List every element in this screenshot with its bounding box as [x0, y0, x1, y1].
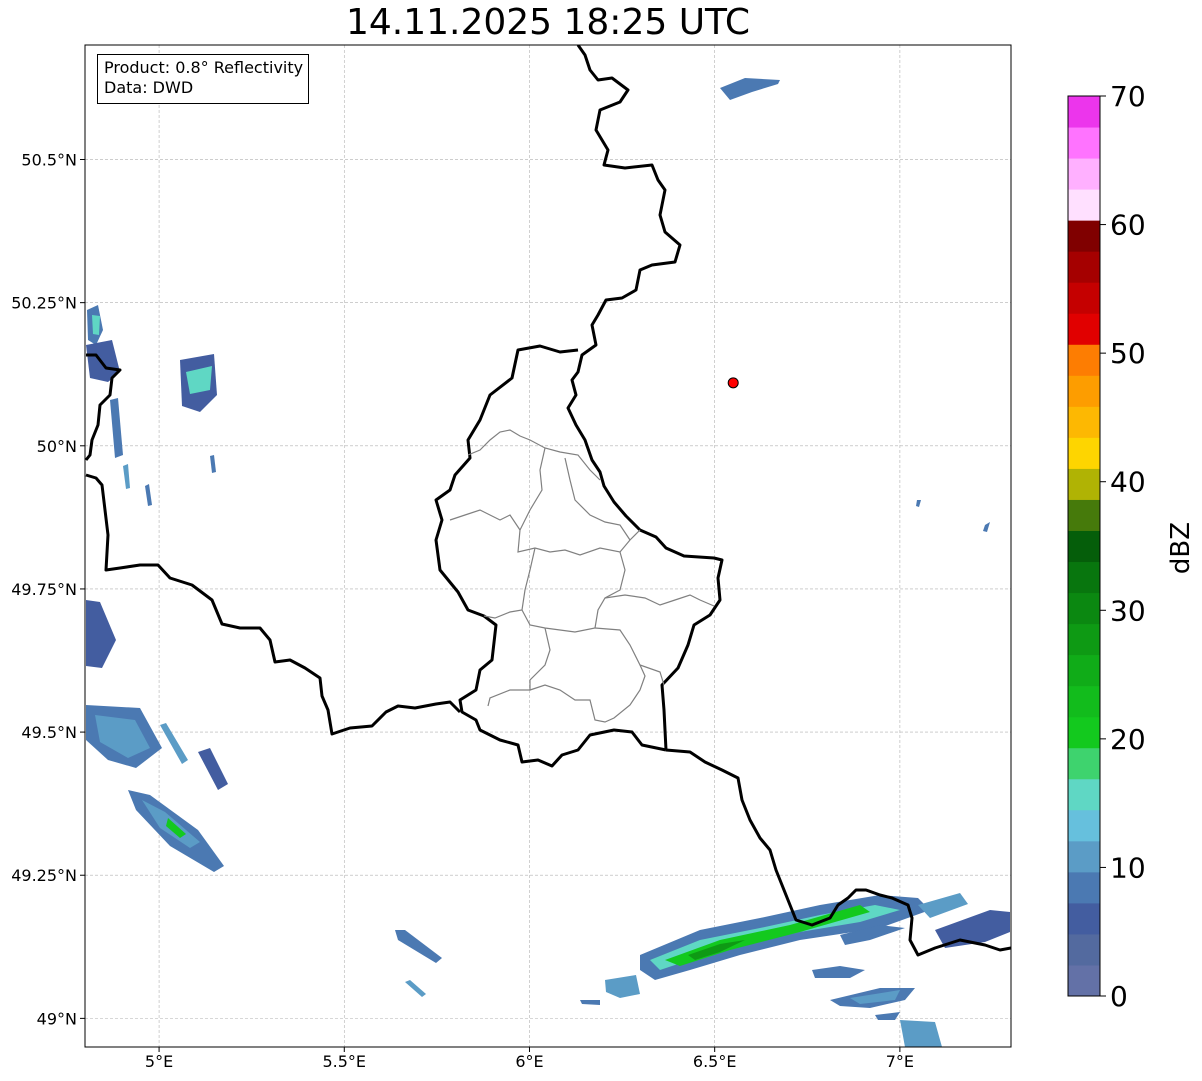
colorbar-segment — [1068, 189, 1100, 221]
colorbar-segment — [1068, 933, 1100, 966]
colorbar-segment — [1068, 809, 1100, 842]
lon-tick-label: 6.5°E — [693, 1052, 737, 1071]
colorbar-segment — [1068, 654, 1100, 687]
colorbar-segment — [1068, 902, 1100, 935]
colorbar-segment — [1068, 716, 1100, 749]
colorbar-tick-label: 60 — [1110, 209, 1146, 242]
colorbar-segment — [1068, 964, 1100, 997]
colorbar-segment — [1068, 344, 1100, 376]
colorbar-tick-label: 30 — [1110, 594, 1146, 627]
colorbar-segment — [1068, 871, 1100, 904]
colorbar-segment — [1068, 468, 1100, 500]
colorbar-tick-label: 40 — [1110, 466, 1146, 499]
colorbar-tick-label: 70 — [1110, 80, 1146, 113]
colorbar-tick-label: 0 — [1110, 980, 1128, 1013]
lat-tick-label: 50.25°N — [11, 294, 77, 313]
colorbar-segment — [1068, 127, 1100, 159]
colorbar-segment — [1068, 561, 1100, 594]
colorbar-segment — [1068, 158, 1100, 190]
lon-tick-label: 5°E — [145, 1052, 173, 1071]
echo-west-2 — [92, 315, 100, 335]
lat-tick-label: 49.25°N — [11, 866, 77, 885]
colorbar-segment — [1068, 220, 1100, 252]
colorbar-segment — [1068, 437, 1100, 469]
lat-tick-label: 50.5°N — [21, 151, 77, 170]
radar-site-marker — [727, 377, 739, 389]
colorbar: 0 10 20 30 40 50 60 70 — [1067, 80, 1146, 1013]
colorbar-segment — [1068, 313, 1100, 345]
colorbar-label: dBZ — [1166, 521, 1196, 575]
lat-tick-label: 50°N — [37, 437, 77, 456]
lon-tick-label: 5.5°E — [322, 1052, 366, 1071]
product-label: Product: 0.8° Reflectivity — [104, 58, 304, 77]
colorbar-segment — [1068, 282, 1100, 314]
colorbar-segment — [1068, 778, 1100, 811]
info-box: Product: 0.8° Reflectivity Data: DWD — [97, 54, 310, 104]
data-source-label: Data: DWD — [104, 78, 194, 97]
lat-tick-label: 49°N — [37, 1009, 77, 1028]
colorbar-tick-label: 50 — [1110, 337, 1146, 370]
colorbar-segment — [1068, 840, 1100, 873]
colorbar-segment — [1068, 499, 1100, 531]
colorbar-segment — [1068, 623, 1100, 656]
colorbar-segment — [1068, 530, 1100, 563]
colorbar-segment — [1068, 96, 1100, 128]
radar-figure: 5°E 5.5°E 6°E 6.5°E 7°E 49°N 49.25°N 49.5°N 49.7… — [11, 44, 1146, 1071]
colorbar-tick-label: 10 — [1110, 851, 1146, 884]
colorbar-segment — [1068, 251, 1100, 283]
lat-tick-label: 49.5°N — [21, 723, 77, 742]
lat-tick-label: 49.75°N — [11, 580, 77, 599]
colorbar-tick-label: 20 — [1110, 723, 1146, 756]
colorbar-segment — [1068, 747, 1100, 780]
colorbar-segment — [1068, 406, 1100, 438]
colorbar-segment — [1068, 375, 1100, 407]
lon-tick-label: 7°E — [886, 1052, 914, 1071]
lon-tick-label: 6°E — [515, 1052, 543, 1071]
colorbar-segment — [1068, 592, 1100, 625]
colorbar-segment — [1068, 685, 1100, 718]
